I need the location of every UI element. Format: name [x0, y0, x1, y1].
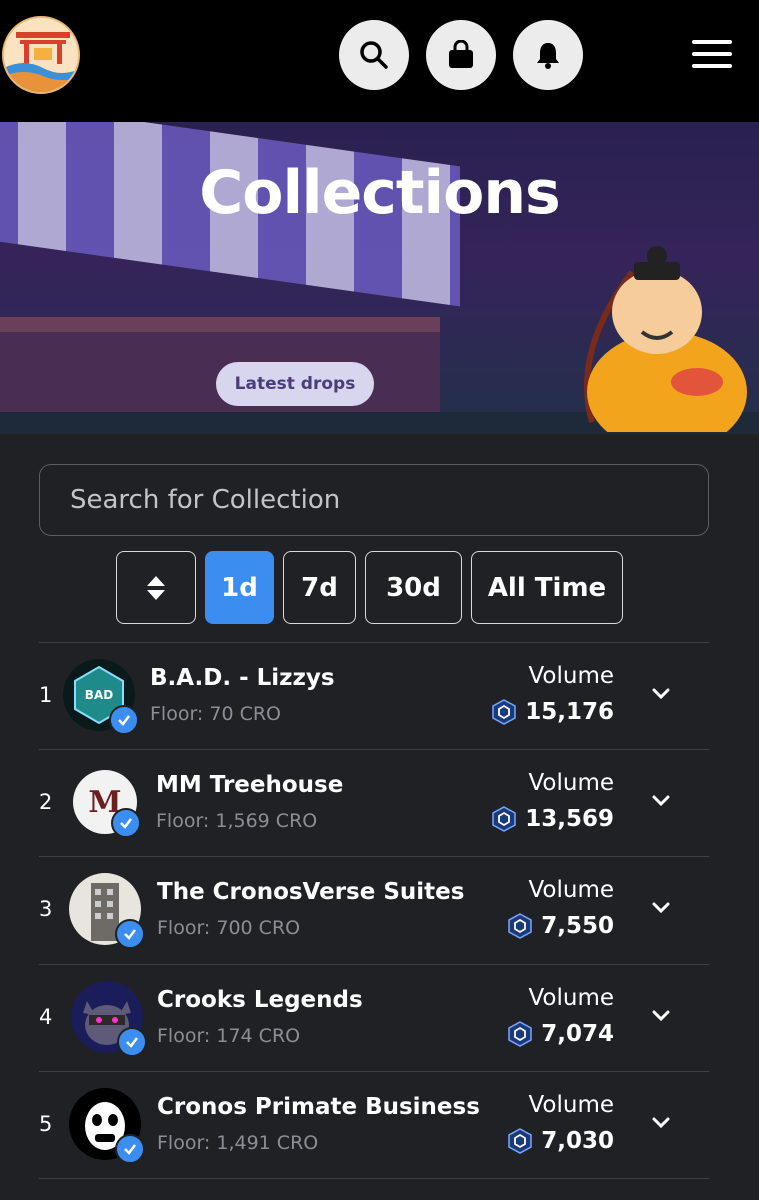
- rank-number: 3: [39, 897, 53, 921]
- volume-amount: 7,074: [541, 1021, 614, 1047]
- menu-icon: [692, 40, 732, 44]
- latest-drops-sign: Latest drops: [216, 362, 374, 406]
- cro-token-icon: [508, 913, 532, 939]
- collection-name: Cronos Primate Business: [157, 1094, 480, 1120]
- bag-icon: [449, 40, 473, 68]
- chevron-down-icon[interactable]: [651, 794, 671, 808]
- volume-value: 13,569: [491, 806, 614, 832]
- chevron-down-icon[interactable]: [651, 687, 671, 701]
- collection-row[interactable]: 5 Cronos Primate Business Floor: 1,491 C…: [39, 1071, 709, 1178]
- collection-name: The CronosVerse Suites: [157, 879, 465, 905]
- cro-token-icon: [508, 1021, 532, 1047]
- collection-floor: Floor: 1,491 CRO: [157, 1132, 319, 1154]
- volume-value: 7,550: [507, 913, 614, 939]
- rank-number: 1: [39, 683, 53, 707]
- search-icon: [360, 41, 388, 69]
- volume-label: Volume: [528, 770, 614, 796]
- volume-value: 7,030: [507, 1128, 614, 1154]
- collection-floor: Floor: 70 CRO: [150, 703, 282, 725]
- chevron-down-icon[interactable]: [651, 901, 671, 915]
- verified-badge-icon: [109, 705, 139, 735]
- cro-token-icon: [492, 699, 516, 725]
- rank-number: 2: [39, 790, 53, 814]
- collection-avatar: [71, 981, 147, 1057]
- filter-30d-button[interactable]: 30d: [365, 551, 462, 624]
- sort-toggle-button[interactable]: [116, 551, 196, 624]
- filter-1d-button[interactable]: 1d: [205, 551, 274, 624]
- volume-label: Volume: [528, 985, 614, 1011]
- volume-label: Volume: [528, 663, 614, 689]
- collections-banner: Latest drops Collections: [0, 122, 759, 434]
- verified-badge-icon: [111, 808, 141, 838]
- banner-character-illustration: [584, 246, 747, 432]
- volume-amount: 15,176: [525, 699, 614, 725]
- verified-badge-icon: [117, 1027, 147, 1057]
- collection-row[interactable]: [39, 1178, 709, 1200]
- rank-number: 5: [39, 1112, 53, 1136]
- bell-icon: [537, 43, 559, 69]
- top-bar: [0, 0, 759, 122]
- search-button[interactable]: [339, 20, 409, 90]
- volume-label: Volume: [528, 1092, 614, 1118]
- chevron-down-icon[interactable]: [651, 1009, 671, 1023]
- collection-avatar: BAD: [63, 659, 139, 735]
- notifications-button[interactable]: [513, 20, 583, 90]
- menu-button[interactable]: [692, 40, 732, 70]
- volume-amount: 13,569: [525, 806, 614, 832]
- verified-badge-icon: [115, 919, 145, 949]
- volume-value: 15,176: [491, 699, 614, 725]
- collection-name: MM Treehouse: [156, 772, 344, 798]
- verified-badge-icon: [115, 1134, 145, 1164]
- collection-row[interactable]: 1 BAD B.A.D. - Lizzys Floor: 70 CRO Volu…: [39, 642, 709, 749]
- cart-button[interactable]: [426, 20, 496, 90]
- rank-number: 4: [39, 1005, 53, 1029]
- collection-row[interactable]: 3 The CronosVerse Suites Floor: 700 CRO …: [39, 856, 709, 963]
- svg-text:BAD: BAD: [85, 688, 113, 702]
- collection-search-input[interactable]: [39, 464, 709, 536]
- collection-name: B.A.D. - Lizzys: [150, 665, 335, 691]
- chevron-down-icon[interactable]: [651, 1116, 671, 1130]
- collection-floor: Floor: 174 CRO: [157, 1025, 301, 1047]
- collection-avatar: [69, 1088, 145, 1164]
- collection-row[interactable]: 4 Crooks Legends Floor: 174 CRO Volume 7…: [39, 964, 709, 1071]
- sort-icon: [147, 575, 165, 600]
- volume-value: 7,074: [507, 1021, 614, 1047]
- volume-amount: 7,550: [541, 913, 614, 939]
- volume-amount: 7,030: [541, 1128, 614, 1154]
- collection-avatar: M: [73, 770, 141, 838]
- collection-row[interactable]: 2 M MM Treehouse Floor: 1,569 CRO Volume…: [39, 749, 709, 856]
- collection-floor: Floor: 1,569 CRO: [156, 810, 318, 832]
- logo[interactable]: [2, 16, 80, 94]
- filter-7d-button[interactable]: 7d: [283, 551, 356, 624]
- filter-all-time-button[interactable]: All Time: [471, 551, 623, 624]
- collection-name: Crooks Legends: [157, 987, 363, 1013]
- collection-floor: Floor: 700 CRO: [157, 917, 301, 939]
- cro-token-icon: [508, 1128, 532, 1154]
- cro-token-icon: [492, 806, 516, 832]
- volume-label: Volume: [528, 877, 614, 903]
- page-title: Collections: [199, 158, 561, 228]
- collection-avatar: [69, 873, 145, 949]
